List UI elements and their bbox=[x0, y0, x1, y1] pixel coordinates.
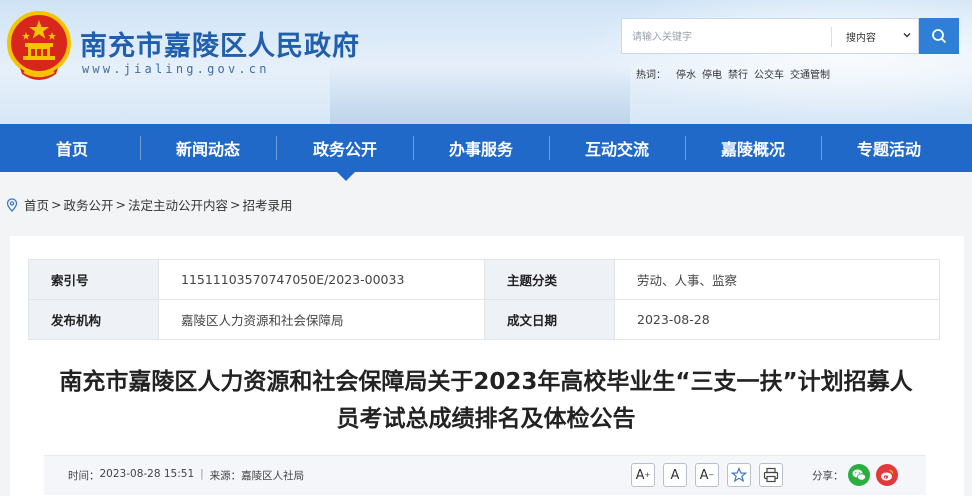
site-title[interactable]: 南充市嘉陵区人民政府 bbox=[80, 24, 360, 63]
nav-active-caret bbox=[337, 172, 355, 181]
breadcrumb: 首页 > 政务公开 > 法定主动公开内容 > 招考录用 bbox=[6, 195, 293, 214]
date-value: 2023-08-28 bbox=[614, 299, 940, 340]
index-number-value: 11511103570747050E/2023-00033 bbox=[158, 259, 485, 300]
document-meta-table: 索引号 11511103570747050E/2023-00033 主题分类 劳… bbox=[28, 259, 940, 340]
breadcrumb-separator: > bbox=[51, 197, 62, 212]
search-input[interactable] bbox=[632, 28, 832, 46]
article-title: 南充市嘉陵区人力资源和社会保障局关于2023年高校毕业生“三支一扶”计划招募人员… bbox=[59, 369, 913, 432]
hot-word-link[interactable]: 交通管制 bbox=[790, 66, 830, 81]
site-url: www.jialing.gov.cn bbox=[82, 62, 270, 76]
font-normal-label: A bbox=[670, 467, 680, 483]
hot-word-link[interactable]: 禁行 bbox=[728, 66, 748, 81]
source-value: 嘉陵区人社局 bbox=[241, 470, 305, 482]
table-row: 发布机构 嘉陵区人力资源和社会保障局 成文日期 2023-08-28 bbox=[28, 299, 940, 340]
time-value: 2023-08-28 15:51 bbox=[99, 468, 195, 480]
site-header: 南充市嘉陵区人民政府 www.jialing.gov.cn 搜内容 热词： 停水… bbox=[0, 0, 972, 124]
font-normal-button[interactable]: A bbox=[663, 463, 687, 487]
breadcrumb-separator: > bbox=[115, 197, 126, 212]
nav-item-home[interactable]: 首页 bbox=[4, 124, 140, 172]
hot-words-label: 热词： bbox=[636, 70, 666, 81]
info-divider: | bbox=[200, 468, 204, 480]
chevron-down-icon bbox=[903, 33, 911, 38]
main-nav: 首页 新闻动态 政务公开 办事服务 互动交流 嘉陵概况 专题活动 bbox=[0, 124, 972, 172]
font-smaller-label: A bbox=[699, 467, 709, 483]
hot-word-link[interactable]: 停电 bbox=[702, 66, 722, 81]
topic-value: 劳动、人事、监察 bbox=[614, 259, 940, 300]
wechat-icon bbox=[852, 469, 866, 481]
font-larger-label: A bbox=[635, 467, 645, 483]
breadcrumb-link-government-affairs[interactable]: 政务公开 bbox=[64, 195, 114, 214]
weibo-icon bbox=[881, 469, 894, 481]
nav-item-services[interactable]: 办事服务 bbox=[413, 124, 549, 172]
table-row: 索引号 11511103570747050E/2023-00033 主题分类 劳… bbox=[28, 259, 940, 300]
search-button[interactable] bbox=[919, 18, 959, 54]
search-divider bbox=[831, 27, 832, 47]
article-info: 时间： 2023-08-28 15:51 | 来源： 嘉陵区人社局 bbox=[68, 468, 304, 483]
share-label: 分享： bbox=[812, 470, 844, 482]
topic-label: 主题分类 bbox=[484, 259, 615, 300]
nav-item-interaction[interactable]: 互动交流 bbox=[549, 124, 685, 172]
publisher-value: 嘉陵区人力资源和社会保障局 bbox=[158, 299, 485, 340]
index-number-label: 索引号 bbox=[28, 259, 159, 300]
font-smaller-button[interactable]: A − bbox=[695, 463, 719, 487]
wechat-share-button[interactable] bbox=[848, 464, 870, 486]
article-info-bar: 时间： 2023-08-28 15:51 | 来源： 嘉陵区人社局 A + A A… bbox=[44, 455, 926, 495]
printer-icon bbox=[763, 467, 779, 483]
nav-item-special-events[interactable]: 专题活动 bbox=[821, 124, 957, 172]
hot-word-link[interactable]: 公交车 bbox=[754, 66, 784, 81]
search-scope-select[interactable]: 搜内容 bbox=[834, 19, 920, 53]
search-scope-value: 搜内容 bbox=[846, 32, 876, 44]
breadcrumb-link-recruitment[interactable]: 招考录用 bbox=[243, 195, 293, 214]
breadcrumb-link-statutory-disclosure[interactable]: 法定主动公开内容 bbox=[128, 195, 228, 214]
breadcrumb-separator: > bbox=[230, 197, 241, 212]
header-background-city bbox=[330, 64, 630, 124]
plus-icon: + bbox=[644, 471, 651, 479]
nav-item-government-affairs[interactable]: 政务公开 bbox=[277, 124, 413, 172]
weibo-share-button[interactable] bbox=[876, 464, 898, 486]
star-icon bbox=[731, 467, 747, 483]
minus-icon: − bbox=[708, 471, 715, 479]
font-larger-button[interactable]: A + bbox=[631, 463, 655, 487]
favorite-button[interactable] bbox=[727, 463, 751, 487]
time-label: 时间： bbox=[68, 470, 100, 482]
location-pin-icon bbox=[6, 197, 18, 212]
nav-item-overview[interactable]: 嘉陵概况 bbox=[685, 124, 821, 172]
search-icon bbox=[932, 29, 947, 44]
source-label: 来源： bbox=[209, 470, 242, 482]
national-emblem-icon bbox=[7, 11, 71, 80]
search-box: 搜内容 bbox=[621, 18, 919, 54]
hot-words: 热词： 停水 停电 禁行 公交车 交通管制 bbox=[636, 66, 830, 81]
nav-item-news[interactable]: 新闻动态 bbox=[140, 124, 276, 172]
hot-word-link[interactable]: 停水 bbox=[676, 66, 696, 81]
print-button[interactable] bbox=[759, 463, 783, 487]
breadcrumb-link-home[interactable]: 首页 bbox=[24, 195, 49, 214]
date-label: 成文日期 bbox=[484, 299, 615, 340]
publisher-label: 发布机构 bbox=[28, 299, 159, 340]
